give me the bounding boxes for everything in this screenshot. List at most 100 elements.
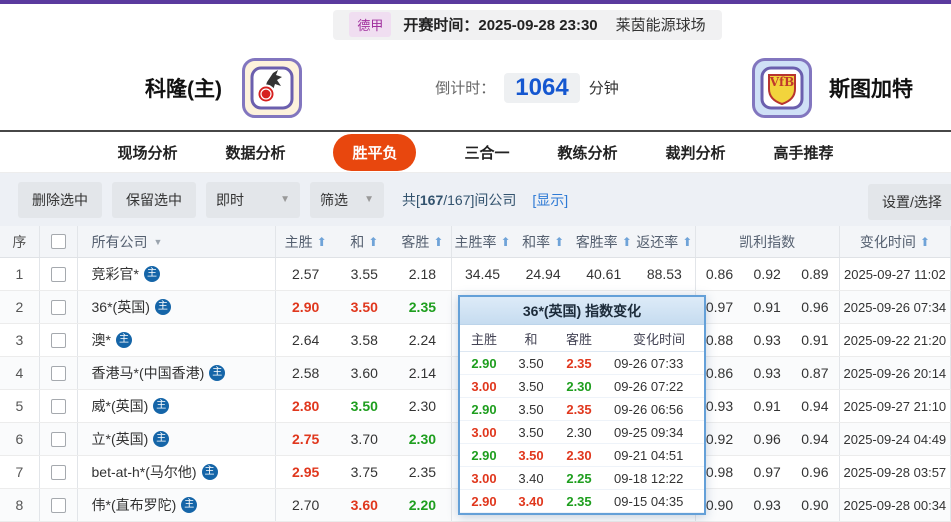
odds-draw: 3.70 bbox=[335, 423, 394, 455]
company-count-text: 共[167/167]间公司 bbox=[402, 190, 516, 210]
popup-change-time: 09-18 12:22 bbox=[604, 471, 704, 486]
sort-asc-icon: ⬆ bbox=[433, 235, 443, 249]
header-change-time[interactable]: 变化时间⬆ bbox=[840, 226, 951, 257]
host-badge-icon: 主 bbox=[153, 431, 169, 447]
chevron-down-icon: ▼ bbox=[364, 194, 374, 205]
countdown-unit: 分钟 bbox=[589, 77, 619, 98]
odds-home: 2.70 bbox=[276, 489, 335, 521]
kelly-away: 0.94 bbox=[791, 423, 840, 455]
sort-asc-icon: ⬆ bbox=[920, 235, 930, 249]
header-company[interactable]: 所有公司 ▼ bbox=[78, 226, 277, 257]
draw-rate: 24.94 bbox=[513, 258, 574, 290]
header-kelly: 凯利指数 bbox=[696, 226, 840, 257]
company-cell[interactable]: 36*(英国)主 bbox=[78, 291, 277, 323]
row-checkbox[interactable] bbox=[51, 300, 66, 315]
sort-asc-icon: ⬆ bbox=[622, 235, 632, 249]
filter-select[interactable]: 筛选 ▼ bbox=[310, 182, 384, 218]
company-cell[interactable]: 澳* 主 bbox=[78, 324, 277, 356]
popup-odds-home: 2.90 bbox=[460, 448, 508, 463]
popup-odds-away: 2.30 bbox=[554, 379, 604, 394]
tab-coach-analysis[interactable]: 教练分析 bbox=[558, 142, 618, 163]
tab-three-in-one[interactable]: 三合一 bbox=[464, 142, 509, 163]
header-draw-rate[interactable]: 和率⬆ bbox=[513, 226, 574, 257]
header-away-odds[interactable]: 客胜⬆ bbox=[394, 226, 453, 257]
host-badge-icon: 主 bbox=[144, 266, 160, 282]
change-time: 2025-09-26 07:34 bbox=[840, 291, 951, 323]
row-checkbox[interactable] bbox=[51, 399, 66, 414]
odds-comparison-table: 序 所有公司 ▼ 主胜⬆ 和⬆ 客胜⬆ 主胜率⬆ 和率⬆ 客胜率⬆ 返还率⬆ 凯… bbox=[0, 226, 951, 522]
popup-odds-draw: 3.50 bbox=[508, 425, 554, 440]
odds-home: 2.95 bbox=[276, 456, 335, 488]
tab-referee-analysis[interactable]: 裁判分析 bbox=[666, 142, 726, 163]
popup-odds-away: 2.35 bbox=[554, 356, 604, 371]
tab-data-analysis[interactable]: 数据分析 bbox=[225, 142, 285, 163]
away-win-rate: 40.61 bbox=[573, 258, 634, 290]
kelly-away: 0.91 bbox=[791, 324, 840, 356]
analysis-tab-bar: 现场分析 数据分析 胜平负 三合一 教练分析 裁判分析 高手推荐 bbox=[0, 130, 951, 173]
chevron-down-icon: ▼ bbox=[280, 194, 290, 205]
filter-label: 筛选 bbox=[320, 190, 348, 210]
company-cell[interactable]: 竞彩官*主 bbox=[78, 258, 277, 290]
kelly-draw: 0.93 bbox=[743, 489, 791, 521]
countdown-group: 倒计时： 1064 分钟 bbox=[302, 73, 752, 103]
popup-header-draw: 和 bbox=[508, 329, 554, 348]
company-cell[interactable]: 威*(英国)主 bbox=[78, 390, 277, 422]
kelly-away: 0.94 bbox=[791, 390, 840, 422]
odds-away: 2.30 bbox=[394, 423, 453, 455]
settings-select-button[interactable]: 设置/选择 bbox=[868, 184, 951, 220]
row-checkbox[interactable] bbox=[51, 465, 66, 480]
row-checkbox[interactable] bbox=[51, 366, 66, 381]
host-badge-icon: 主 bbox=[209, 365, 225, 381]
odds-draw: 3.60 bbox=[335, 489, 394, 521]
change-time: 2025-09-28 03:57 bbox=[840, 456, 951, 488]
odds-mode-select[interactable]: 即时 ▼ bbox=[206, 182, 300, 218]
change-time: 2025-09-27 21:10 bbox=[840, 390, 951, 422]
header-return-rate[interactable]: 返还率⬆ bbox=[634, 226, 696, 257]
popup-header-home: 主胜 bbox=[460, 329, 508, 348]
kelly-draw: 0.93 bbox=[743, 324, 791, 356]
tab-expert-picks[interactable]: 高手推荐 bbox=[774, 142, 834, 163]
kelly-draw: 0.91 bbox=[743, 390, 791, 422]
row-checkbox[interactable] bbox=[51, 432, 66, 447]
header-home-odds[interactable]: 主胜⬆ bbox=[276, 226, 335, 257]
header-index: 序 bbox=[0, 226, 40, 257]
header-checkbox-cell bbox=[40, 226, 78, 257]
league-badge: 德甲 bbox=[349, 12, 391, 37]
company-cell[interactable]: bet-at-h*(马尔他)主 bbox=[78, 456, 277, 488]
row-index: 1 bbox=[0, 258, 40, 290]
tab-win-draw-lose[interactable]: 胜平负 bbox=[333, 134, 416, 171]
select-all-checkbox[interactable] bbox=[51, 234, 66, 249]
row-checkbox-cell bbox=[40, 357, 78, 389]
header-company-label: 所有公司 bbox=[92, 232, 148, 252]
host-badge-icon: 主 bbox=[116, 332, 132, 348]
row-checkbox[interactable] bbox=[51, 267, 66, 282]
company-cell[interactable]: 伟*(直布罗陀)主 bbox=[78, 489, 277, 521]
popup-row: 2.903.502.3009-21 04:51 bbox=[460, 444, 704, 467]
match-info-pill: 德甲 开赛时间：2025-09-28 23:30 莱茵能源球场 bbox=[333, 10, 721, 40]
popup-row: 2.903.502.3509-26 07:33 bbox=[460, 352, 704, 375]
odds-away: 2.18 bbox=[394, 258, 453, 290]
keep-selected-button[interactable]: 保留选中 bbox=[112, 182, 196, 218]
popup-row: 3.003.402.2509-18 12:22 bbox=[460, 467, 704, 490]
row-checkbox[interactable] bbox=[51, 498, 66, 513]
change-time: 2025-09-24 04:49 bbox=[840, 423, 951, 455]
odds-home: 2.58 bbox=[276, 357, 335, 389]
match-header: 科隆(主) 倒计时： 1064 分钟 VfB 斯图加特 bbox=[0, 45, 951, 130]
popup-odds-draw: 3.40 bbox=[508, 494, 554, 509]
company-name: 澳* bbox=[92, 330, 111, 350]
company-cell[interactable]: 立*(英国)主 bbox=[78, 423, 277, 455]
odds-away: 2.30 bbox=[394, 390, 453, 422]
row-checkbox[interactable] bbox=[51, 333, 66, 348]
header-away-rate[interactable]: 客胜率⬆ bbox=[573, 226, 634, 257]
header-home-rate[interactable]: 主胜率⬆ bbox=[452, 226, 513, 257]
header-draw-odds[interactable]: 和⬆ bbox=[335, 226, 394, 257]
sort-asc-icon: ⬆ bbox=[500, 235, 510, 249]
show-link[interactable]: [显示] bbox=[532, 190, 568, 210]
row-checkbox-cell bbox=[40, 291, 78, 323]
tab-live-analysis[interactable]: 现场分析 bbox=[117, 142, 177, 163]
kickoff-label: 开赛时间： bbox=[403, 17, 478, 34]
delete-selected-button[interactable]: 删除选中 bbox=[18, 182, 102, 218]
kelly-draw: 0.96 bbox=[743, 423, 791, 455]
company-cell[interactable]: 香港马*(中国香港)主 bbox=[78, 357, 277, 389]
table-row: 1竞彩官*主2.573.552.1834.4524.9440.6188.530.… bbox=[0, 258, 951, 291]
